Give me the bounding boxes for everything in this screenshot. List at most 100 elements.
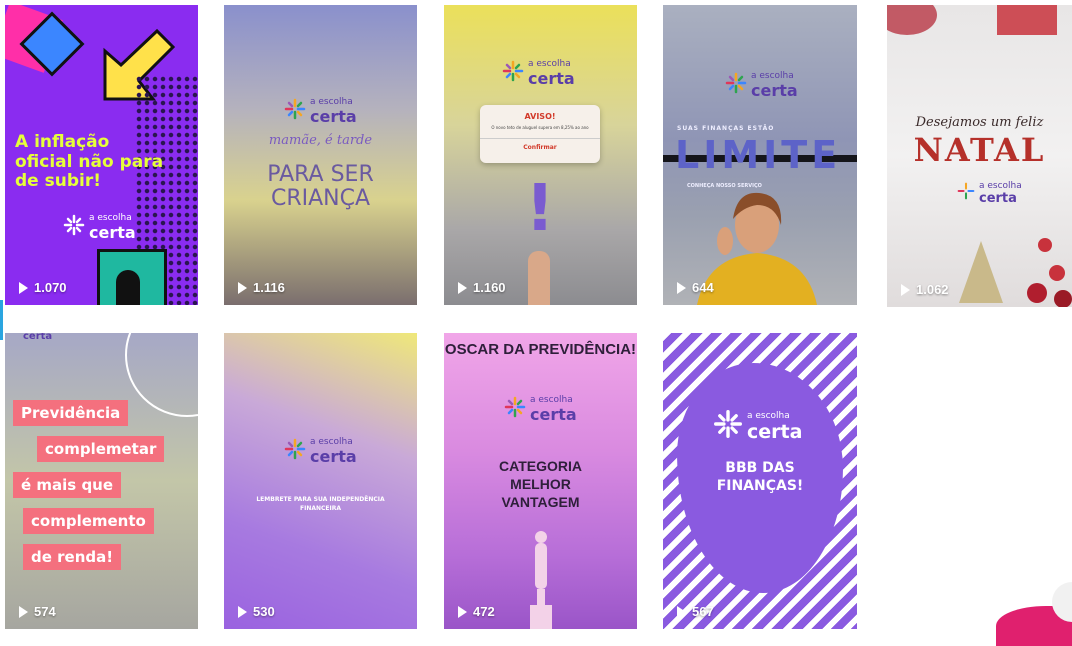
brand-logo: a escolha certa [504,395,577,424]
line-2: complemetar [37,436,165,462]
reel-tile-lembrete[interactable]: a escolha certa LEMBRETE PARA SUA INDEPEN… [224,333,417,629]
script-subtitle: Desejamos um feliz [915,115,1044,130]
line-4: complemento [23,508,154,534]
line-5: de renda! [23,544,122,570]
line-3: é mais que [13,472,122,498]
logo-small-text: a escolha [528,59,571,69]
view-count: 1.160 [458,280,506,295]
reel-tile-natal[interactable]: Desejamos um feliz NATAL a escolha certa … [887,5,1072,307]
tile-title: CATEGORIA MELHOR VANTAGEM [499,458,582,511]
flower-logo-icon [502,60,524,87]
curve-decoration [125,333,198,417]
exclamation-sign: ! [525,172,555,246]
logo-small-text: a escolha [530,395,573,405]
gift-decoration [997,5,1057,35]
view-count-value: 530 [253,604,275,619]
view-count-value: 1.160 [473,280,506,295]
oscar-statue-icon [526,529,556,629]
logo-big-text: certa [528,69,575,88]
tile-title: LIMITE [675,133,842,177]
play-icon [458,605,467,618]
flower-logo-icon [504,396,526,423]
play-icon [458,281,467,294]
view-count: 567 [677,604,714,619]
tile-title: BBB DAS FINANÇAS! [716,460,804,495]
logo-small-text: a escolha [751,71,794,81]
view-count: 1.062 [901,282,949,297]
play-icon [238,281,247,294]
hand-decoration [528,251,550,305]
view-count-value: 567 [692,604,714,619]
view-count-value: 1.062 [916,282,949,297]
flower-logo-icon [713,409,743,444]
reel-tile-limite[interactable]: a escolha certa SUAS FINANÇAS ESTÃO LIMIT… [663,5,857,305]
view-count-value: 644 [692,280,714,295]
reel-tile-oscar[interactable]: OSCAR DA PREVIDÊNCIA! a escolha certa CAT… [444,333,637,629]
play-icon [901,283,910,296]
brand-logo: a escolha certa [502,59,575,88]
play-icon [19,605,28,618]
line-1: Previdência [13,400,129,426]
brand-logo: a escolha certa [957,181,1022,206]
script-subtitle: mamãe, é tarde [268,133,373,148]
alert-title: AVISO! [524,112,556,121]
logo-small-text: a escolha [979,181,1022,191]
flower-logo-icon [725,72,747,99]
green-block-decoration [97,249,167,305]
logo-small-text: a escolha [310,437,353,447]
view-count: 472 [458,604,495,619]
flower-logo-icon [957,182,975,205]
view-count: 1.070 [19,280,67,295]
flower-logo-icon [63,214,85,241]
tile-title: A inflação oficial não para de subir! [15,132,164,192]
play-icon [238,605,247,618]
tile-title: LEMBRETE PARA SUA INDEPENDÊNCIA FINANCEI… [256,496,385,512]
flower-logo-icon [284,98,306,125]
alert-body: O novo teto de aluguel supera em 8,25% a… [491,125,589,130]
flower-logo-icon [284,438,306,465]
play-icon [19,281,28,294]
brand-logo: a escolha certa [284,97,357,126]
reel-tile-inflation[interactable]: A inflação oficial não para de subir! a … [5,5,198,305]
logo-cropped: certa [23,333,52,342]
play-icon [677,281,686,294]
logo-small-text: a escolha [747,410,790,421]
logo-big-text: certa [310,447,357,466]
reel-tile-previdencia[interactable]: certa Previdência complemetar é mais que… [5,333,198,629]
brand-logo: a escolha certa [725,71,798,100]
alert-confirm-button: Confirmar [480,138,600,151]
logo-big-text: certa [751,81,798,100]
logo-big-text: certa [89,223,136,242]
brand-logo: a escolha certa [713,409,802,444]
logo-big-text: certa [979,191,1017,206]
logo-small-text: a escolha [89,213,132,223]
brand-logo: a escolha certa [284,437,357,466]
view-count: 1.116 [238,280,285,295]
alert-dialog: AVISO! O novo teto de aluguel supera em … [480,105,600,163]
top-title: OSCAR DA PREVIDÊNCIA! [444,341,637,358]
view-count: 644 [677,280,714,295]
reel-tile-aviso[interactable]: a escolha certa AVISO! O novo teto de alu… [444,5,637,305]
top-text: SUAS FINANÇAS ESTÃO [677,125,775,132]
play-icon [677,605,686,618]
brand-logo: a escolha certa [63,213,136,242]
ornaments-bottom-right [1017,233,1072,307]
reel-tile-crianca[interactable]: a escolha certa mamãe, é tarde PARA SER C… [224,5,417,305]
logo-small-text: a escolha [310,97,353,107]
view-count: 530 [238,604,275,619]
view-count-value: 574 [34,604,56,619]
tile-title: NATAL [913,131,1046,169]
logo-big-text: certa [310,107,357,126]
view-count-value: 1.070 [34,280,67,295]
view-count-value: 472 [473,604,495,619]
left-edge-accent [0,300,3,340]
view-count-value: 1.116 [253,280,285,295]
logo-big-text: certa [530,405,577,424]
tile-title: PARA SER CRIANÇA [267,162,374,212]
tree-decoration [959,241,1003,303]
ornament-top-left [887,5,937,35]
logo-big-text: certa [23,333,53,342]
view-count: 574 [19,604,56,619]
reel-tile-bbb[interactable]: a escolha certa BBB DAS FINANÇAS! 567 [663,333,857,629]
logo-big-text: certa [747,420,803,443]
